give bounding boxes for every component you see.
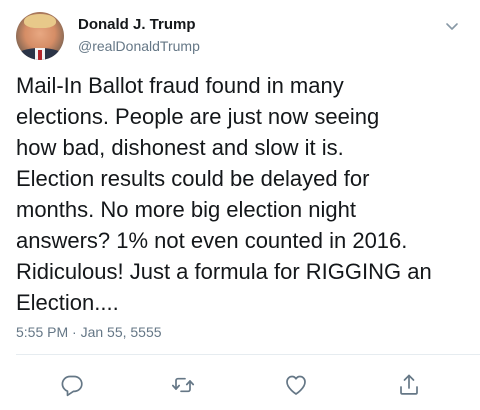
tweet-actions — [0, 366, 480, 406]
user-handle[interactable]: @realDonaldTrump — [78, 38, 200, 54]
retweet-icon[interactable] — [170, 372, 196, 398]
chevron-down-icon[interactable] — [442, 16, 462, 36]
display-name[interactable]: Donald J. Trump — [78, 16, 196, 33]
tweet-card: Donald J. Trump @realDonaldTrump Mail-In… — [0, 0, 480, 410]
divider — [16, 354, 480, 355]
avatar[interactable] — [16, 12, 64, 60]
reply-icon[interactable] — [59, 372, 85, 398]
tweet-timestamp[interactable]: 5:55 PM · Jan 55, 5555 — [16, 324, 162, 340]
tweet-header: Donald J. Trump @realDonaldTrump — [16, 10, 464, 62]
heart-icon[interactable] — [283, 372, 309, 398]
tweet-text: Mail-In Ballot fraud found in many elect… — [16, 73, 432, 315]
share-icon[interactable] — [396, 372, 422, 398]
